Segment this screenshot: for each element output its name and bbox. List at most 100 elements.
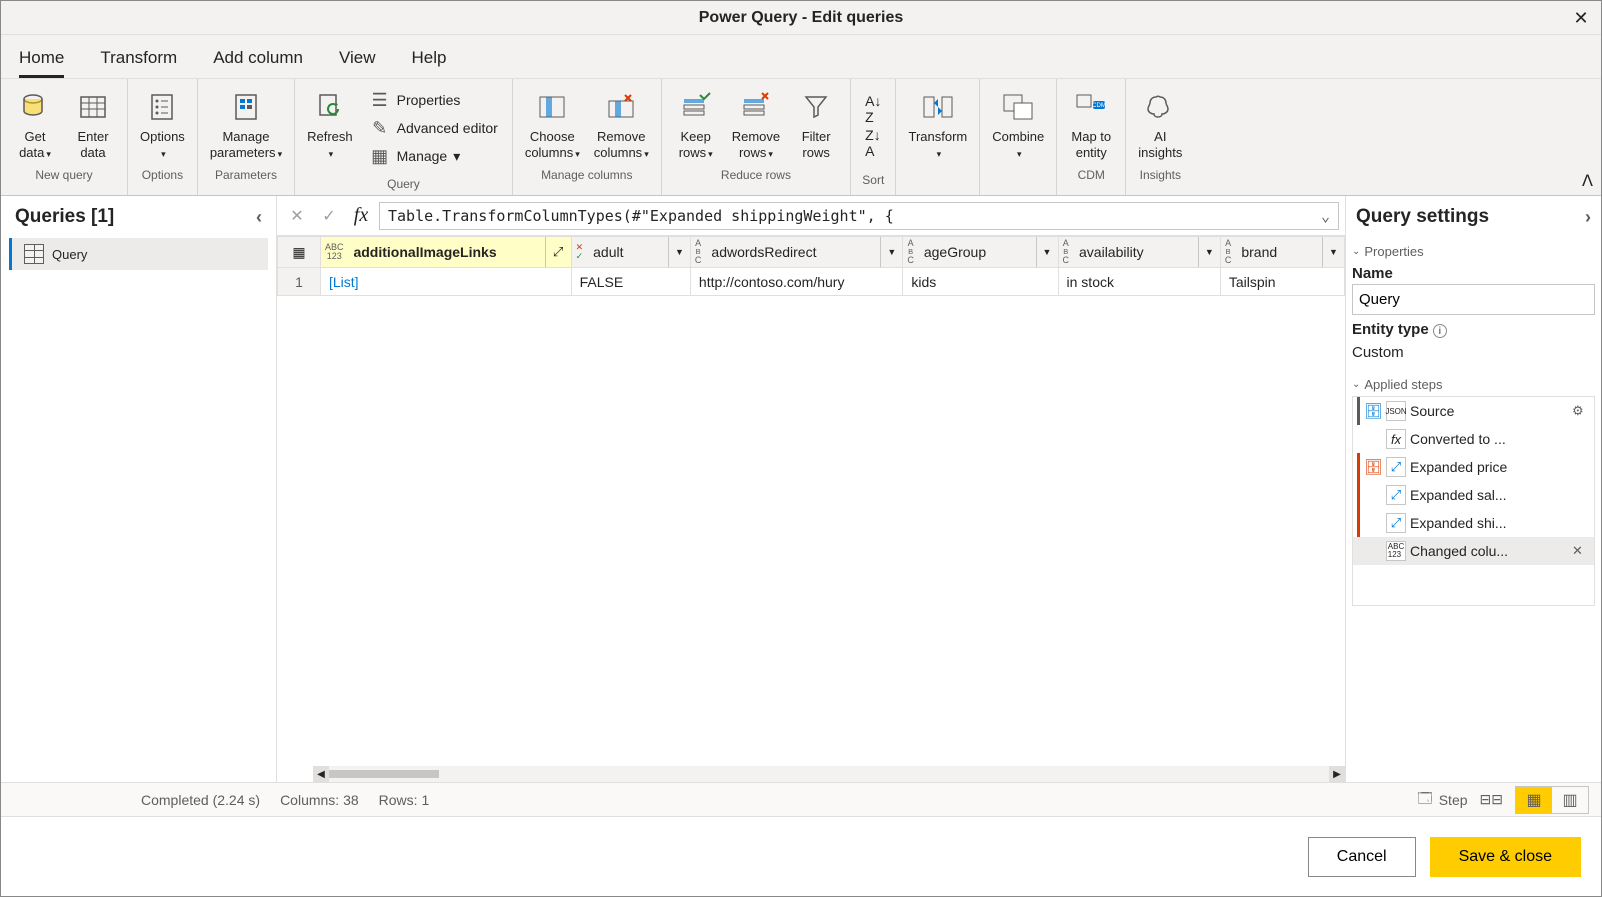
cancel-formula-button[interactable]: ✕ [283, 202, 311, 230]
cancel-button[interactable]: Cancel [1308, 837, 1416, 877]
close-button[interactable]: ✕ [1561, 1, 1601, 35]
info-icon[interactable]: i [1433, 324, 1447, 338]
properties-section-toggle[interactable]: ⌄ Properties [1352, 244, 1595, 259]
svg-text:CDM: CDM [1092, 103, 1106, 109]
manage-button[interactable]: ▦ Manage ▾ [365, 143, 502, 169]
expand-icon[interactable]: ⤢ [545, 237, 571, 267]
cell[interactable]: http://contoso.com/hury [690, 268, 902, 296]
grid-view-button[interactable]: ▦ [1516, 787, 1552, 813]
refresh-button[interactable]: Refresh▾ [301, 83, 359, 173]
cell[interactable]: FALSE [571, 268, 690, 296]
filter-icon[interactable]: ▼ [1036, 237, 1058, 267]
cell[interactable]: kids [903, 268, 1058, 296]
remove-columns-button[interactable]: Remove columns▾ [588, 83, 655, 164]
remove-rows-button[interactable]: Remove rows▾ [726, 83, 786, 164]
status-bar: Completed (2.24 s) Columns: 38 Rows: 1 🗔… [1, 782, 1601, 816]
formula-input[interactable]: Table.TransformColumnTypes(#"Expanded sh… [379, 202, 1339, 230]
tab-transform[interactable]: Transform [100, 48, 177, 78]
cell[interactable]: in stock [1058, 268, 1220, 296]
column-header[interactable]: ABC brand ▼ [1220, 237, 1344, 268]
fx-icon[interactable]: fx [347, 202, 375, 230]
step-button[interactable]: 🗔 Step [1418, 788, 1468, 812]
properties-button[interactable]: ☰ Properties [365, 87, 502, 113]
map-to-entity-button[interactable]: CDM Map to entity [1063, 83, 1119, 164]
choose-columns-button[interactable]: Choose columns▾ [519, 83, 586, 164]
step-item[interactable]: ⤢ Expanded shi... [1353, 509, 1594, 537]
remove-rows-icon [736, 87, 776, 127]
cdm-icon: CDM [1071, 87, 1111, 127]
column-header[interactable]: ABC123 additionalImageLinks ⤢ [320, 237, 571, 268]
save-close-button[interactable]: Save & close [1430, 837, 1581, 877]
accept-formula-button[interactable]: ✓ [315, 202, 343, 230]
manage-parameters-button[interactable]: Manage parameters▾ [204, 83, 288, 164]
step-item[interactable]: ⤢ Expanded sal... [1353, 481, 1594, 509]
step-item[interactable]: 🗄 JSON Source ⚙ [1353, 397, 1594, 425]
query-name-input[interactable] [1352, 284, 1595, 315]
delete-step-button[interactable]: ✕ [1572, 543, 1590, 559]
transform-button[interactable]: Transform▾ [902, 83, 973, 164]
tab-view[interactable]: View [339, 48, 376, 78]
query-item[interactable]: Query [9, 238, 268, 270]
sort-asc-icon: A↓Z [865, 93, 881, 125]
type-icon[interactable]: ABC123 [321, 237, 348, 267]
entity-type-value: Custom [1352, 344, 1595, 361]
column-header[interactable]: ABC adwordsRedirect ▼ [690, 237, 902, 268]
filter-icon[interactable]: ▼ [1198, 237, 1220, 267]
scroll-right-button[interactable]: ▶ [1329, 766, 1345, 782]
collapse-ribbon-button[interactable]: ᐱ [1582, 171, 1593, 191]
diagram-view-button[interactable]: ⊟⊟ [1480, 791, 1503, 808]
type-icon[interactable]: ✕✓ [572, 237, 588, 267]
filter-icon[interactable]: ▼ [668, 237, 690, 267]
tab-add-column[interactable]: Add column [213, 48, 303, 78]
column-header[interactable]: ✕✓ adult ▼ [571, 237, 690, 268]
select-all-button[interactable]: ▦ [278, 237, 321, 268]
filter-icon[interactable]: ▼ [880, 237, 902, 267]
editor-icon: ✎ [369, 117, 391, 139]
sort-asc-button[interactable]: A↓Z [865, 93, 881, 125]
group-label-query: Query [387, 173, 420, 195]
options-icon [142, 87, 182, 127]
expand-formula-button[interactable]: ⌄ [1321, 207, 1330, 225]
type-icon[interactable]: ABC [1059, 237, 1074, 267]
type-icon[interactable]: ABC [903, 237, 918, 267]
advanced-editor-button[interactable]: ✎ Advanced editor [365, 115, 502, 141]
chevron-down-icon: ⌄ [1352, 379, 1360, 390]
horizontal-scrollbar[interactable]: ◀ ▶ [313, 766, 1345, 782]
tab-help[interactable]: Help [412, 48, 447, 78]
options-button[interactable]: Options▾ [134, 83, 191, 164]
enter-data-button[interactable]: Enter data [65, 83, 121, 164]
ribbon-tabs: Home Transform Add column View Help [1, 35, 1601, 79]
type-icon[interactable]: ABC [1221, 237, 1236, 267]
step-item[interactable]: 🗄 ⤢ Expanded price [1353, 453, 1594, 481]
tab-home[interactable]: Home [19, 48, 64, 78]
type-icon[interactable]: ABC [691, 237, 706, 267]
collapse-settings-button[interactable]: › [1585, 207, 1591, 228]
gear-icon[interactable]: ⚙ [1572, 403, 1590, 419]
get-data-button[interactable]: Get data▾ [7, 83, 63, 164]
step-item[interactable]: ABC123 Changed colu... ✕ [1353, 537, 1594, 565]
keep-rows-button[interactable]: Keep rows▾ [668, 83, 724, 164]
filter-rows-button[interactable]: Filter rows [788, 83, 844, 164]
applied-steps-toggle[interactable]: ⌄ Applied steps [1352, 377, 1595, 392]
scroll-left-button[interactable]: ◀ [313, 766, 329, 782]
title-bar: Power Query - Edit queries ✕ [1, 1, 1601, 35]
column-header[interactable]: ABC ageGroup ▼ [903, 237, 1058, 268]
combine-button[interactable]: Combine▾ [986, 83, 1050, 164]
cell[interactable]: Tailspin [1220, 268, 1344, 296]
type-icon: ABC123 [1386, 541, 1406, 561]
step-item[interactable]: fx Converted to ... [1353, 425, 1594, 453]
table-row[interactable]: 1 [List] FALSE http://contoso.com/hury k… [278, 268, 1345, 296]
name-label: Name [1352, 265, 1595, 282]
ai-insights-button[interactable]: AI insights [1132, 83, 1188, 164]
transform-icon [918, 87, 958, 127]
group-label-sort: Sort [862, 169, 884, 191]
column-header[interactable]: ABC availability ▼ [1058, 237, 1220, 268]
data-grid: ▦ ABC123 additionalImageLinks ⤢ [277, 236, 1345, 296]
row-number[interactable]: 1 [278, 268, 321, 296]
collapse-queries-button[interactable]: ‹ [256, 207, 262, 228]
cell-link[interactable]: [List] [329, 274, 359, 290]
scroll-thumb[interactable] [329, 770, 439, 778]
sort-desc-button[interactable]: Z↓A [865, 127, 881, 159]
schema-view-button[interactable]: ▥ [1552, 787, 1588, 813]
filter-icon[interactable]: ▼ [1322, 237, 1344, 267]
